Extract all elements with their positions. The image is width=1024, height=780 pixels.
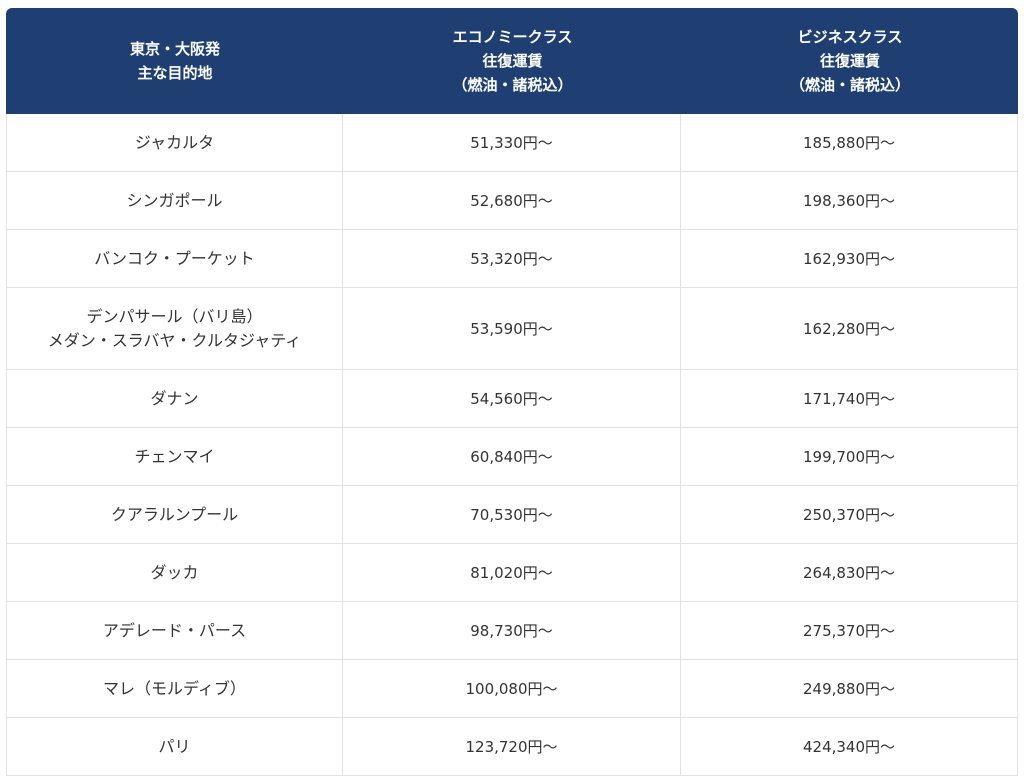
economy-fare-cell: 81,020円〜 <box>343 544 681 602</box>
destination-cell: チェンマイ <box>6 428 343 486</box>
destination-cell: パリ <box>6 718 343 776</box>
destination-name: アデレード・パース <box>102 620 247 640</box>
business-fare-cell: 275,370円〜 <box>681 602 1018 660</box>
destination-name: チェンマイ <box>134 446 215 466</box>
destination-cell: クアラルンプール <box>6 486 343 544</box>
fare-table-container: 東京・大阪発 主な目的地 エコノミークラス 往復運賃 （燃油・諸税込） ビジネス… <box>6 8 1018 776</box>
business-fare-cell: 424,340円〜 <box>681 718 1018 776</box>
economy-fare-cell: 53,320円〜 <box>343 230 681 288</box>
destination-cell: マレ（モルディブ） <box>6 660 343 718</box>
destination-cell: ジャカルタ <box>6 114 343 172</box>
business-fare-cell: 249,880円〜 <box>681 660 1018 718</box>
table-row: デンパサール（バリ島） メダン・スラバヤ・クルタジャティ 53,590円〜 16… <box>6 288 1018 370</box>
destination-cell: アデレード・パース <box>6 602 343 660</box>
table-row: ダッカ 81,020円〜 264,830円〜 <box>6 544 1018 602</box>
header-economy-line: 往復運賃 <box>482 52 543 70</box>
economy-fare-cell: 123,720円〜 <box>343 718 681 776</box>
business-fare-cell: 264,830円〜 <box>681 544 1018 602</box>
destination-cell: ダナン <box>6 370 343 428</box>
economy-fare-cell: 100,080円〜 <box>343 660 681 718</box>
table-row: ダナン 54,560円〜 171,740円〜 <box>6 370 1018 428</box>
destination-cell: デンパサール（バリ島） メダン・スラバヤ・クルタジャティ <box>6 288 343 370</box>
header-destination: 東京・大阪発 主な目的地 <box>6 8 343 114</box>
destination-cell: ダッカ <box>6 544 343 602</box>
business-fare-cell: 162,280円〜 <box>681 288 1018 370</box>
destination-name: クアラルンプール <box>110 504 239 524</box>
table-row: アデレード・パース 98,730円〜 275,370円〜 <box>6 602 1018 660</box>
table-row: シンガポール 52,680円〜 198,360円〜 <box>6 172 1018 230</box>
economy-fare-cell: 53,590円〜 <box>343 288 681 370</box>
business-fare-cell: 250,370円〜 <box>681 486 1018 544</box>
economy-fare-cell: 51,330円〜 <box>343 114 681 172</box>
destination-name: メダン・スラバヤ・クルタジャティ <box>47 330 302 350</box>
destination-name: バンコク・プーケット <box>94 248 255 268</box>
table-row: ジャカルタ 51,330円〜 185,880円〜 <box>6 114 1018 172</box>
header-economy: エコノミークラス 往復運賃 （燃油・諸税込） <box>343 8 681 114</box>
business-fare-cell: 162,930円〜 <box>681 230 1018 288</box>
header-destination-line: 主な目的地 <box>137 64 213 82</box>
destination-name: ダナン <box>150 388 199 408</box>
table-row: マレ（モルディブ） 100,080円〜 249,880円〜 <box>6 660 1018 718</box>
header-row: 東京・大阪発 主な目的地 エコノミークラス 往復運賃 （燃油・諸税込） ビジネス… <box>6 8 1018 114</box>
economy-fare-cell: 70,530円〜 <box>343 486 681 544</box>
header-economy-line: エコノミークラス <box>452 28 573 46</box>
economy-fare-cell: 98,730円〜 <box>343 602 681 660</box>
destination-name: マレ（モルディブ） <box>103 678 246 698</box>
economy-fare-cell: 60,840円〜 <box>343 428 681 486</box>
header-business: ビジネスクラス 往復運賃 （燃油・諸税込） <box>681 8 1018 114</box>
destination-cell: バンコク・プーケット <box>6 230 343 288</box>
fare-table-header: 東京・大阪発 主な目的地 エコノミークラス 往復運賃 （燃油・諸税込） ビジネス… <box>6 8 1018 114</box>
table-row: チェンマイ 60,840円〜 199,700円〜 <box>6 428 1018 486</box>
business-fare-cell: 198,360円〜 <box>681 172 1018 230</box>
destination-name: パリ <box>158 736 191 756</box>
economy-fare-cell: 52,680円〜 <box>343 172 681 230</box>
business-fare-cell: 185,880円〜 <box>681 114 1018 172</box>
business-fare-cell: 171,740円〜 <box>681 370 1018 428</box>
business-fare-cell: 199,700円〜 <box>681 428 1018 486</box>
header-business-line: 往復運賃 <box>819 52 880 70</box>
destination-name: デンパサール（バリ島） <box>86 306 263 326</box>
header-business-line: ビジネスクラス <box>797 28 903 46</box>
destination-cell: シンガポール <box>6 172 343 230</box>
destination-name: ダッカ <box>150 562 199 582</box>
table-row: クアラルンプール 70,530円〜 250,370円〜 <box>6 486 1018 544</box>
fare-table-body: ジャカルタ 51,330円〜 185,880円〜 シンガポール 52,680円〜… <box>6 114 1018 776</box>
destination-name: シンガポール <box>126 190 223 210</box>
destination-name: ジャカルタ <box>134 132 215 152</box>
economy-fare-cell: 54,560円〜 <box>343 370 681 428</box>
header-business-line: （燃油・諸税込） <box>789 76 910 94</box>
header-economy-line: （燃油・諸税込） <box>452 76 573 94</box>
header-destination-line: 東京・大阪発 <box>129 40 220 58</box>
fare-table: 東京・大阪発 主な目的地 エコノミークラス 往復運賃 （燃油・諸税込） ビジネス… <box>6 8 1018 776</box>
table-row: パリ 123,720円〜 424,340円〜 <box>6 718 1018 776</box>
table-row: バンコク・プーケット 53,320円〜 162,930円〜 <box>6 230 1018 288</box>
